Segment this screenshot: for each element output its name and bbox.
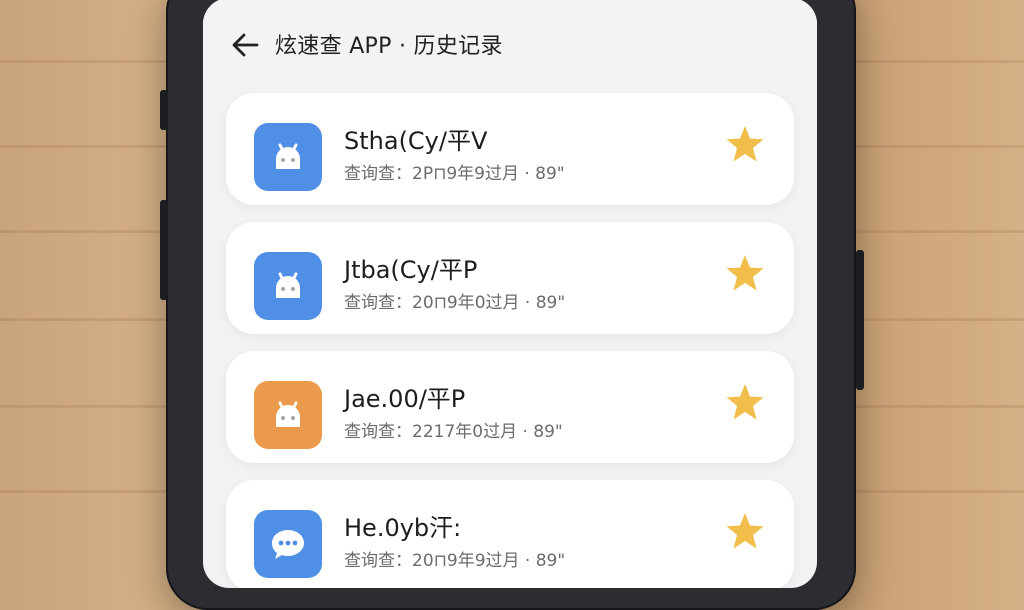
arrow-left-icon[interactable] [229,28,263,62]
phone-side-button [160,90,168,130]
android-icon [254,123,322,191]
top-bar: 炫速查 APP · 历史记录 [203,0,817,84]
history-item[interactable]: Stha(Cy/平V 查询查：2P⊓9年9过月 · 89" [226,93,794,205]
history-item[interactable]: Jae.00/平P 查询查：2217年0过月 · 89" [226,351,794,463]
android-icon [254,252,322,320]
history-item-query-time: 查询查：20⊓9年0过月 · 89" [344,293,566,313]
star-icon[interactable] [724,252,766,294]
history-item-query-time: 查询查：20⊓9年9过月 · 89" [344,551,566,571]
phone-power-button [856,250,864,390]
star-icon[interactable] [724,123,766,165]
history-item-name: Jtba(Cy/平P [344,256,478,284]
page-title: 炫速查 APP · 历史记录 [275,34,503,59]
history-item-query-time: 查询查：2P⊓9年9过月 · 89" [344,164,565,184]
history-item-query-time: 查询查：2217年0过月 · 89" [344,422,563,442]
history-item[interactable]: Jtba(Cy/平P 查询查：20⊓9年0过月 · 89" [226,222,794,334]
star-icon[interactable] [724,510,766,552]
history-item-name: He.0yb汗: [344,514,462,542]
chat-bubble-icon [254,510,322,578]
phone-volume-button [160,200,168,300]
history-item-name: Stha(Cy/平V [344,127,488,155]
android-icon [254,381,322,449]
history-item[interactable]: He.0yb汗: 查询查：20⊓9年9过月 · 89" [226,480,794,588]
history-item-name: Jae.00/平P [344,385,466,413]
phone-screen: 炫速查 APP · 历史记录 Stha(Cy/平V 查询查：2P⊓9年9过月 · … [203,0,817,588]
star-icon[interactable] [724,381,766,423]
